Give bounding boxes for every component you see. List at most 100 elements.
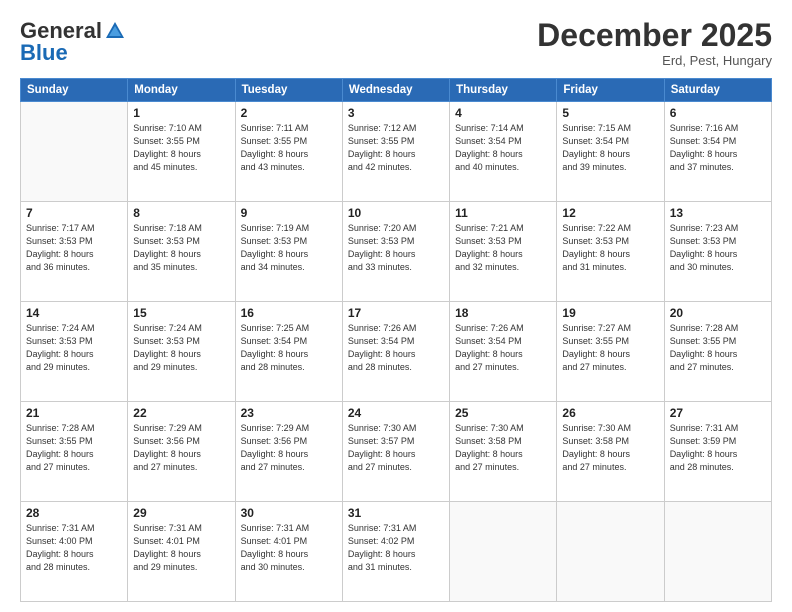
header-monday: Monday	[128, 79, 235, 102]
calendar-cell-w3-d5: 18Sunrise: 7:26 AMSunset: 3:54 PMDayligh…	[450, 302, 557, 402]
calendar-cell-w4-d2: 22Sunrise: 7:29 AMSunset: 3:56 PMDayligh…	[128, 402, 235, 502]
calendar-cell-w1-d6: 5Sunrise: 7:15 AMSunset: 3:54 PMDaylight…	[557, 102, 664, 202]
day-info-line: Daylight: 8 hours	[241, 148, 337, 161]
day-info-line: and 27 minutes.	[133, 461, 229, 474]
header: General Blue December 2025 Erd, Pest, Hu…	[20, 18, 772, 68]
day-info-line: Daylight: 8 hours	[348, 248, 444, 261]
calendar-cell-w5-d1: 28Sunrise: 7:31 AMSunset: 4:00 PMDayligh…	[21, 502, 128, 602]
day-number: 7	[26, 206, 122, 220]
day-info-line: Sunrise: 7:30 AM	[348, 422, 444, 435]
calendar-cell-w5-d4: 31Sunrise: 7:31 AMSunset: 4:02 PMDayligh…	[342, 502, 449, 602]
day-number: 5	[562, 106, 658, 120]
day-info-line: and 37 minutes.	[670, 161, 766, 174]
week-row-4: 21Sunrise: 7:28 AMSunset: 3:55 PMDayligh…	[21, 402, 772, 502]
day-info-line: Sunrise: 7:31 AM	[133, 522, 229, 535]
day-number: 22	[133, 406, 229, 420]
calendar-cell-w1-d2: 1Sunrise: 7:10 AMSunset: 3:55 PMDaylight…	[128, 102, 235, 202]
day-info-line: Daylight: 8 hours	[670, 248, 766, 261]
header-saturday: Saturday	[664, 79, 771, 102]
day-info-line: Daylight: 8 hours	[26, 448, 122, 461]
calendar-cell-w1-d1	[21, 102, 128, 202]
day-number: 29	[133, 506, 229, 520]
day-info-line: Daylight: 8 hours	[455, 248, 551, 261]
day-info-line: Sunset: 3:53 PM	[133, 335, 229, 348]
header-thursday: Thursday	[450, 79, 557, 102]
day-number: 15	[133, 306, 229, 320]
day-info-line: Sunrise: 7:21 AM	[455, 222, 551, 235]
calendar-cell-w1-d5: 4Sunrise: 7:14 AMSunset: 3:54 PMDaylight…	[450, 102, 557, 202]
day-info-line: Daylight: 8 hours	[455, 348, 551, 361]
day-info-line: Daylight: 8 hours	[455, 448, 551, 461]
calendar-cell-w4-d4: 24Sunrise: 7:30 AMSunset: 3:57 PMDayligh…	[342, 402, 449, 502]
day-info-line: Daylight: 8 hours	[348, 148, 444, 161]
header-sunday: Sunday	[21, 79, 128, 102]
day-info-line: Daylight: 8 hours	[348, 548, 444, 561]
calendar-cell-w3-d1: 14Sunrise: 7:24 AMSunset: 3:53 PMDayligh…	[21, 302, 128, 402]
calendar-cell-w2-d3: 9Sunrise: 7:19 AMSunset: 3:53 PMDaylight…	[235, 202, 342, 302]
day-info-line: Sunrise: 7:19 AM	[241, 222, 337, 235]
day-info-line: Sunrise: 7:24 AM	[26, 322, 122, 335]
calendar-cell-w5-d6	[557, 502, 664, 602]
day-info-line: Daylight: 8 hours	[26, 348, 122, 361]
day-info-line: and 40 minutes.	[455, 161, 551, 174]
header-friday: Friday	[557, 79, 664, 102]
day-number: 24	[348, 406, 444, 420]
calendar-cell-w2-d1: 7Sunrise: 7:17 AMSunset: 3:53 PMDaylight…	[21, 202, 128, 302]
calendar-cell-w4-d6: 26Sunrise: 7:30 AMSunset: 3:58 PMDayligh…	[557, 402, 664, 502]
day-info-line: Sunset: 4:00 PM	[26, 535, 122, 548]
day-info-line: Sunset: 3:58 PM	[455, 435, 551, 448]
day-info-line: Sunset: 3:55 PM	[26, 435, 122, 448]
day-info-line: Daylight: 8 hours	[670, 448, 766, 461]
day-info-line: Sunset: 3:59 PM	[670, 435, 766, 448]
location: Erd, Pest, Hungary	[537, 53, 772, 68]
day-number: 10	[348, 206, 444, 220]
week-row-5: 28Sunrise: 7:31 AMSunset: 4:00 PMDayligh…	[21, 502, 772, 602]
day-info-line: Daylight: 8 hours	[670, 148, 766, 161]
day-info-line: Sunset: 3:54 PM	[348, 335, 444, 348]
day-info-line: and 28 minutes.	[26, 561, 122, 574]
day-number: 8	[133, 206, 229, 220]
day-info-line: Sunrise: 7:30 AM	[562, 422, 658, 435]
day-info-line: Sunrise: 7:27 AM	[562, 322, 658, 335]
day-info-line: and 27 minutes.	[241, 461, 337, 474]
day-number: 3	[348, 106, 444, 120]
day-number: 27	[670, 406, 766, 420]
day-info-line: Sunset: 3:53 PM	[455, 235, 551, 248]
day-info-line: Daylight: 8 hours	[562, 448, 658, 461]
day-info-line: Sunrise: 7:31 AM	[26, 522, 122, 535]
day-info-line: Sunrise: 7:25 AM	[241, 322, 337, 335]
day-info-line: and 33 minutes.	[348, 261, 444, 274]
day-info-line: and 27 minutes.	[562, 461, 658, 474]
day-number: 9	[241, 206, 337, 220]
day-info-line: Sunset: 3:53 PM	[26, 335, 122, 348]
day-info-line: Sunrise: 7:23 AM	[670, 222, 766, 235]
day-info-line: and 32 minutes.	[455, 261, 551, 274]
calendar-cell-w2-d4: 10Sunrise: 7:20 AMSunset: 3:53 PMDayligh…	[342, 202, 449, 302]
day-info-line: Daylight: 8 hours	[455, 148, 551, 161]
day-info-line: Sunrise: 7:29 AM	[133, 422, 229, 435]
day-info-line: Sunset: 3:54 PM	[670, 135, 766, 148]
day-info-line: Sunrise: 7:24 AM	[133, 322, 229, 335]
day-number: 11	[455, 206, 551, 220]
month-title: December 2025	[537, 18, 772, 53]
day-info-line: Sunset: 3:53 PM	[670, 235, 766, 248]
calendar-cell-w2-d2: 8 Sunrise: 7:18 AMSunset: 3:53 PMDaylight…	[128, 202, 235, 302]
day-info-line: Daylight: 8 hours	[133, 448, 229, 461]
day-info-line: and 28 minutes.	[348, 361, 444, 374]
calendar-cell-w4-d1: 21Sunrise: 7:28 AMSunset: 3:55 PMDayligh…	[21, 402, 128, 502]
day-info-line: and 31 minutes.	[562, 261, 658, 274]
day-info-line: Sunset: 3:53 PM	[133, 235, 229, 248]
day-info-line: Sunset: 3:54 PM	[455, 135, 551, 148]
day-info-line: Sunrise: 7:18 AM	[133, 222, 229, 235]
calendar-table: Sunday Monday Tuesday Wednesday Thursday…	[20, 78, 772, 602]
day-info-line: Sunset: 3:55 PM	[670, 335, 766, 348]
day-info-line: and 29 minutes.	[133, 361, 229, 374]
day-info-line: Sunrise: 7:26 AM	[348, 322, 444, 335]
day-info-line: Daylight: 8 hours	[241, 448, 337, 461]
title-block: December 2025 Erd, Pest, Hungary	[537, 18, 772, 68]
day-number: 28	[26, 506, 122, 520]
day-info-line: and 31 minutes.	[348, 561, 444, 574]
day-info-line: Daylight: 8 hours	[562, 248, 658, 261]
day-info-line: Sunset: 3:56 PM	[241, 435, 337, 448]
day-info-line: Daylight: 8 hours	[133, 248, 229, 261]
